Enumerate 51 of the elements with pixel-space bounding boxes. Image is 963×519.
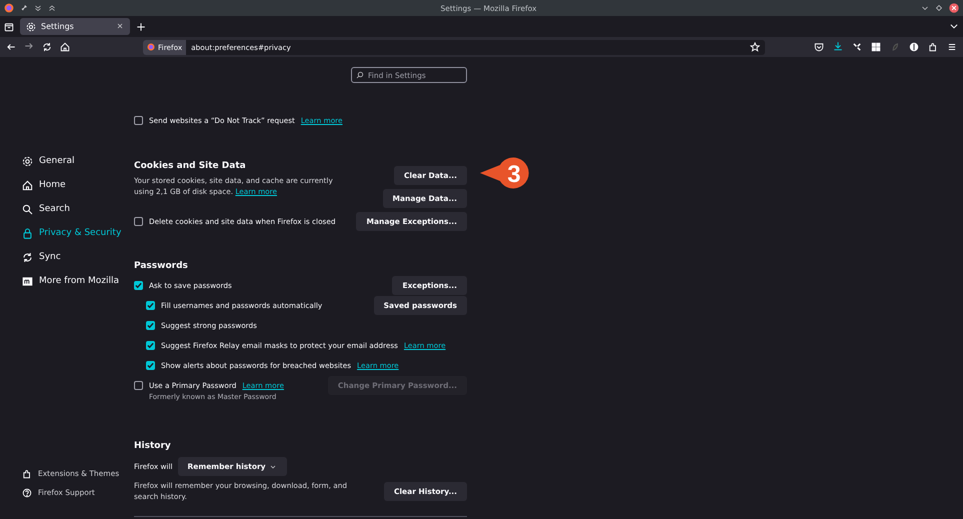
sidebar-item[interactable]: Search	[22, 197, 134, 221]
home-icon	[60, 42, 70, 52]
sidebar-item[interactable]: More from Mozilla	[22, 269, 134, 293]
chevrons-up-icon	[48, 4, 56, 12]
search-icon	[22, 204, 33, 214]
minimize-icon	[921, 4, 929, 12]
checkbox[interactable]	[146, 320, 155, 330]
sidebar-item[interactable]: Home	[22, 173, 134, 197]
puzzle-icon	[928, 42, 938, 52]
section-heading: Passwords	[134, 261, 189, 273]
sidebar-item[interactable]: Privacy & Security	[22, 221, 134, 245]
leaf-icon	[890, 42, 900, 52]
forward-icon	[24, 41, 34, 51]
gear-icon	[26, 22, 36, 32]
firefox-logo-icon	[4, 3, 14, 13]
close-icon	[116, 22, 124, 30]
menu-icon	[947, 42, 957, 52]
sync-icon	[22, 252, 33, 262]
star-icon	[750, 42, 760, 52]
checkbox[interactable]	[146, 340, 155, 350]
sync-icon	[42, 42, 52, 52]
help-icon	[22, 488, 32, 498]
pocket-icon	[814, 42, 824, 52]
pin-icon	[20, 4, 28, 12]
back-icon	[6, 42, 16, 52]
gear-icon	[22, 156, 33, 166]
section-heading: History	[134, 441, 172, 453]
new-tab-icon	[136, 22, 146, 32]
grid-icon	[871, 42, 881, 52]
checkbox[interactable]	[146, 300, 155, 310]
checkbox[interactable]	[134, 216, 143, 226]
sidebar-item[interactable]: General	[22, 149, 134, 173]
tab-list-icon	[4, 22, 14, 32]
section-heading: Cookies and Site Data	[134, 161, 247, 173]
lock-icon	[22, 228, 33, 238]
checkbox[interactable]	[134, 116, 143, 124]
sidebar-item[interactable]: Sync	[22, 245, 134, 269]
search-icon	[356, 71, 364, 79]
maximize-icon	[935, 4, 943, 12]
chevrons-down-icon	[34, 4, 42, 12]
mozilla-logo-icon	[22, 276, 33, 286]
checkbox[interactable]	[134, 380, 143, 390]
checkbox[interactable]	[134, 280, 143, 290]
step-callout: 3	[480, 157, 530, 189]
browser-tab[interactable]: Settings	[20, 18, 130, 35]
caret-icon	[268, 462, 277, 470]
checkbox[interactable]	[146, 360, 155, 370]
download-icon	[833, 41, 843, 51]
close-icon[interactable]	[949, 3, 959, 13]
puzzle-icon	[22, 468, 32, 478]
home-icon	[22, 180, 33, 190]
